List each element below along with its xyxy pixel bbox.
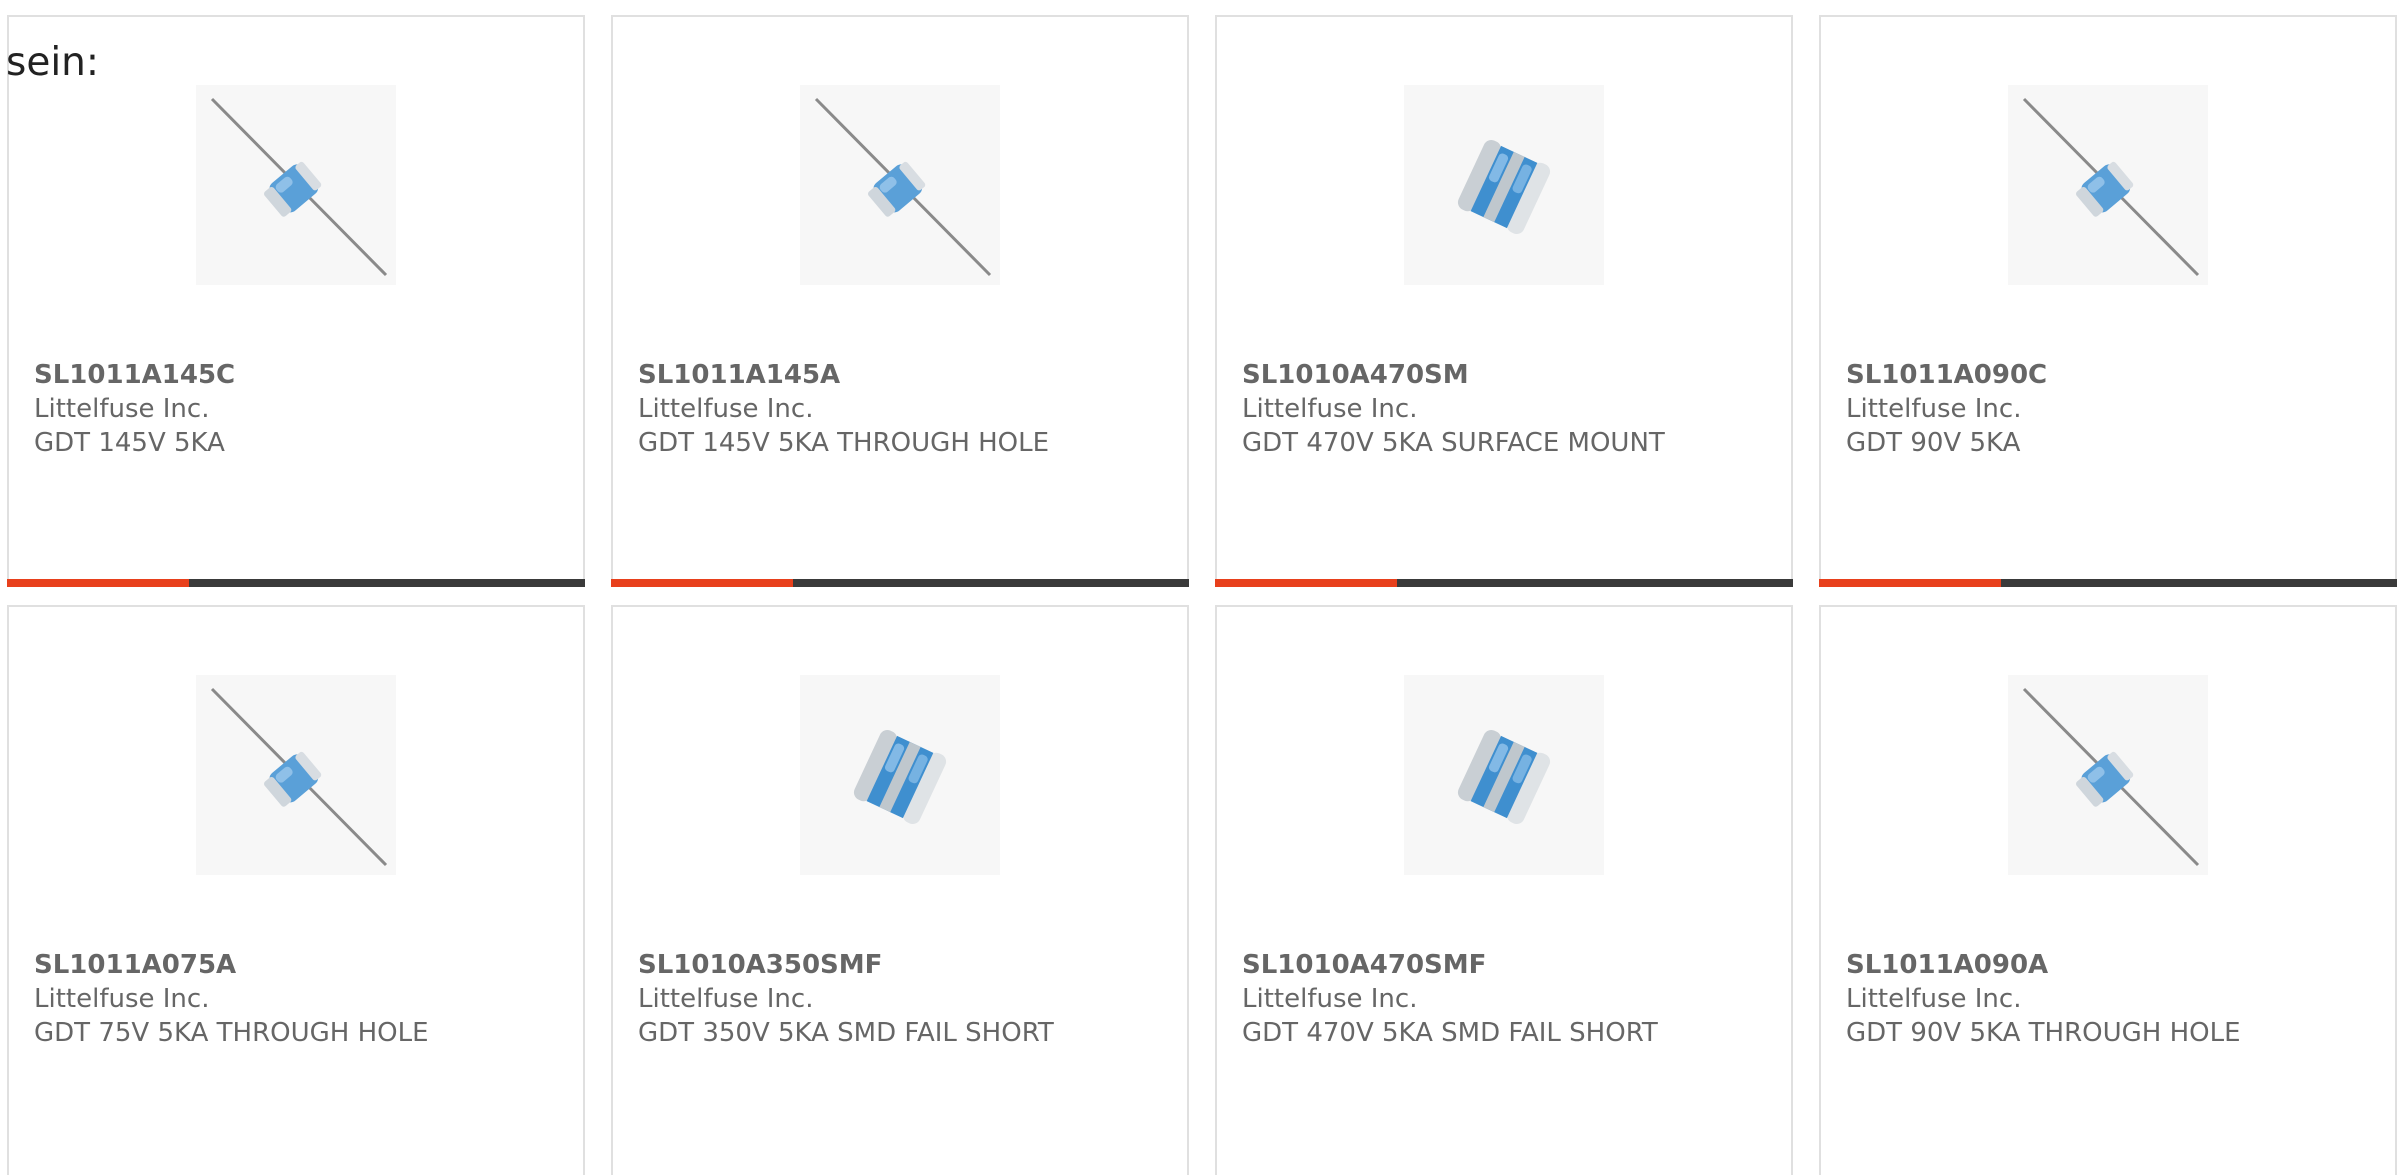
card-footer-bar <box>1215 579 1793 587</box>
product-image[interactable] <box>800 85 1000 285</box>
smd-gdt-icon <box>800 675 1000 875</box>
part-number[interactable]: SL1010A350SMF <box>638 950 882 980</box>
description: GDT 90V 5KA THROUGH HOLE <box>1846 1018 2241 1048</box>
product-image[interactable] <box>196 85 396 285</box>
description: GDT 470V 5KA SMD FAIL SHORT <box>1242 1018 1658 1048</box>
part-number[interactable]: SL1011A090A <box>1846 950 2048 980</box>
product-image[interactable] <box>2008 85 2208 285</box>
manufacturer: Littelfuse Inc. <box>1846 984 2022 1014</box>
part-number[interactable]: SL1011A090C <box>1846 360 2047 390</box>
manufacturer: Littelfuse Inc. <box>1242 984 1418 1014</box>
smd-gdt-icon <box>1404 85 1604 285</box>
product-image[interactable] <box>800 675 1000 875</box>
product-card[interactable]: SL1011A145C Littelfuse Inc. GDT 145V 5KA <box>7 15 585 587</box>
product-card[interactable]: SL1011A090A Littelfuse Inc. GDT 90V 5KA … <box>1819 605 2397 1175</box>
description: GDT 145V 5KA THROUGH HOLE <box>638 428 1050 458</box>
product-card[interactable]: SL1011A075A Littelfuse Inc. GDT 75V 5KA … <box>7 605 585 1175</box>
part-number[interactable]: SL1011A145A <box>638 360 840 390</box>
description: GDT 75V 5KA THROUGH HOLE <box>34 1018 429 1048</box>
card-accent-bar <box>1819 579 2001 587</box>
product-image[interactable] <box>196 675 396 875</box>
axial-gdt-icon <box>196 675 396 875</box>
description: GDT 470V 5KA SURFACE MOUNT <box>1242 428 1665 458</box>
manufacturer: Littelfuse Inc. <box>34 394 210 424</box>
product-image[interactable] <box>1404 675 1604 875</box>
card-accent-bar <box>7 579 189 587</box>
part-number[interactable]: SL1011A075A <box>34 950 236 980</box>
axial-gdt-icon <box>800 85 1000 285</box>
part-number[interactable]: SL1010A470SMF <box>1242 950 1486 980</box>
part-number[interactable]: SL1010A470SM <box>1242 360 1469 390</box>
card-accent-bar <box>1215 579 1397 587</box>
description: GDT 145V 5KA <box>34 428 225 458</box>
manufacturer: Littelfuse Inc. <box>638 394 814 424</box>
description: GDT 350V 5KA SMD FAIL SHORT <box>638 1018 1054 1048</box>
card-footer-bar <box>1819 579 2397 587</box>
product-card[interactable]: SL1011A145A Littelfuse Inc. GDT 145V 5KA… <box>611 15 1189 587</box>
axial-gdt-icon <box>2008 675 2208 875</box>
part-number[interactable]: SL1011A145C <box>34 360 235 390</box>
product-grid: SL1011A145C Littelfuse Inc. GDT 145V 5KA… <box>0 0 2400 1175</box>
smd-gdt-icon <box>1404 675 1604 875</box>
manufacturer: Littelfuse Inc. <box>1242 394 1418 424</box>
product-card[interactable]: SL1010A350SMF Littelfuse Inc. GDT 350V 5… <box>611 605 1189 1175</box>
product-card[interactable]: SL1011A090C Littelfuse Inc. GDT 90V 5KA <box>1819 15 2397 587</box>
manufacturer: Littelfuse Inc. <box>638 984 814 1014</box>
product-card[interactable]: SL1010A470SM Littelfuse Inc. GDT 470V 5K… <box>1215 15 1793 587</box>
intro-text: sein: <box>6 40 100 85</box>
product-card[interactable]: SL1010A470SMF Littelfuse Inc. GDT 470V 5… <box>1215 605 1793 1175</box>
manufacturer: Littelfuse Inc. <box>1846 394 2022 424</box>
description: GDT 90V 5KA <box>1846 428 2021 458</box>
axial-gdt-icon <box>196 85 396 285</box>
product-image[interactable] <box>2008 675 2208 875</box>
card-footer-bar <box>611 579 1189 587</box>
card-accent-bar <box>611 579 793 587</box>
manufacturer: Littelfuse Inc. <box>34 984 210 1014</box>
card-footer-bar <box>7 579 585 587</box>
product-image[interactable] <box>1404 85 1604 285</box>
axial-gdt-icon <box>2008 85 2208 285</box>
